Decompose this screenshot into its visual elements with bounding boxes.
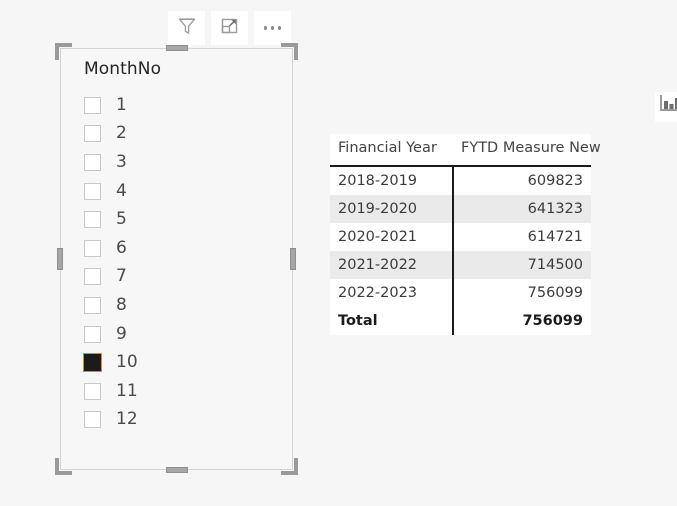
data-table: Financial Year FYTD Measure New 2018-201… <box>330 134 601 335</box>
focus-mode-icon <box>219 15 241 41</box>
slicer-item-label: 1 <box>116 94 127 115</box>
slicer-item-label: 7 <box>116 266 127 287</box>
slicer-item[interactable]: 8 <box>84 291 286 320</box>
table-row[interactable]: 2022-2023 756099 <box>330 279 591 307</box>
table-row[interactable]: 2020-2021 614721 <box>330 223 591 251</box>
table-row[interactable]: 2021-2022 714500 <box>330 251 591 279</box>
table-body: 2018-2019 609823 2019-2020 641323 2020-2… <box>330 166 591 335</box>
slicer-checkbox[interactable] <box>84 96 101 114</box>
slicer-item-label: 4 <box>116 180 127 201</box>
slicer-item[interactable]: 12 <box>84 406 286 435</box>
column-header-fytd-measure-new[interactable]: FYTD Measure New <box>453 134 601 167</box>
slicer-item-label: 11 <box>116 380 138 401</box>
slicer-checkbox[interactable] <box>84 125 101 143</box>
cell-fytd-measure: 641323 <box>452 195 591 223</box>
column-header-financial-year[interactable]: Financial Year <box>330 134 453 167</box>
slicer-item[interactable]: 1 <box>84 91 286 120</box>
bar-chart-button[interactable] <box>655 92 677 122</box>
slicer-visual-monthno[interactable]: MonthNo 1 2 3 4 5 6 7 8 9 10 11 12 <box>55 43 298 475</box>
table-visual[interactable]: Financial Year FYTD Measure New 2018-201… <box>330 134 601 335</box>
slicer-item-label: 10 <box>116 352 138 373</box>
cell-financial-year: 2020-2021 <box>338 229 418 245</box>
focus-mode-button[interactable] <box>211 11 248 45</box>
slicer-item-label: 3 <box>116 151 127 172</box>
slicer-item-label: 6 <box>116 237 127 258</box>
slicer-checkbox[interactable] <box>84 296 101 314</box>
cell-total-label: Total <box>330 307 453 335</box>
cell-financial-year: 2022-2023 <box>338 285 418 301</box>
cell-total-value: 756099 <box>452 307 591 335</box>
filter-icon <box>176 15 198 41</box>
resize-corner-top-right[interactable] <box>281 43 298 60</box>
slicer-item-label: 12 <box>116 409 138 430</box>
cell-financial-year: 2018-2019 <box>338 173 418 189</box>
more-options-icon <box>263 26 282 30</box>
resize-handle-right[interactable] <box>290 248 296 270</box>
slicer-checkbox[interactable] <box>84 268 101 286</box>
slicer-item-label: 9 <box>116 323 127 344</box>
slicer-checkbox[interactable] <box>84 239 101 257</box>
cell-fytd-measure: 714500 <box>452 251 591 279</box>
slicer-checkbox[interactable] <box>84 411 101 429</box>
slicer-checkbox[interactable] <box>84 211 101 229</box>
slicer-item[interactable]: 4 <box>84 177 286 206</box>
cell-fytd-measure: 609823 <box>452 166 591 195</box>
slicer-checkbox[interactable] <box>84 325 101 343</box>
slicer-item-selected[interactable]: 10 <box>83 348 286 377</box>
slicer-item-list: 1 2 3 4 5 6 7 8 9 10 11 12 <box>83 91 286 435</box>
resize-corner-top-left[interactable] <box>55 43 72 60</box>
slicer-checkbox[interactable] <box>84 153 101 171</box>
table-header-row: Financial Year FYTD Measure New <box>330 134 601 167</box>
slicer-title: MonthNo <box>84 59 162 79</box>
slicer-item-label: 5 <box>116 209 127 230</box>
slicer-item[interactable]: 3 <box>84 148 286 177</box>
slicer-checkbox-checked[interactable] <box>83 353 102 373</box>
slicer-item[interactable]: 9 <box>84 320 286 349</box>
table-row[interactable]: 2019-2020 641323 <box>330 195 591 223</box>
bar-chart-icon <box>658 92 677 118</box>
visual-header-toolbar <box>168 11 291 45</box>
slicer-checkbox[interactable] <box>84 382 101 400</box>
cell-fytd-measure: 756099 <box>452 279 591 307</box>
table-header: Financial Year FYTD Measure New <box>330 134 601 167</box>
slicer-item[interactable]: 2 <box>84 120 286 149</box>
filter-button[interactable] <box>168 11 205 45</box>
slicer-item[interactable]: 7 <box>84 263 286 292</box>
cell-financial-year: 2021-2022 <box>330 251 453 279</box>
cell-fytd-measure: 614721 <box>452 223 591 251</box>
resize-handle-left[interactable] <box>57 248 63 270</box>
more-options-button[interactable] <box>254 11 291 45</box>
slicer-item-label: 8 <box>116 294 127 315</box>
slicer-checkbox[interactable] <box>84 182 101 200</box>
slicer-item[interactable]: 6 <box>84 234 286 263</box>
resize-handle-bottom[interactable] <box>165 467 188 473</box>
resize-corner-bottom-right[interactable] <box>281 458 298 475</box>
resize-handle-top[interactable] <box>165 45 188 51</box>
table-total-row[interactable]: Total 756099 <box>330 307 591 335</box>
slicer-item[interactable]: 5 <box>84 205 286 234</box>
slicer-item-label: 2 <box>116 123 127 144</box>
cell-financial-year: 2019-2020 <box>330 195 453 223</box>
resize-corner-bottom-left[interactable] <box>55 458 72 475</box>
slicer-item[interactable]: 11 <box>84 377 286 406</box>
table-row[interactable]: 2018-2019 609823 <box>330 166 591 195</box>
